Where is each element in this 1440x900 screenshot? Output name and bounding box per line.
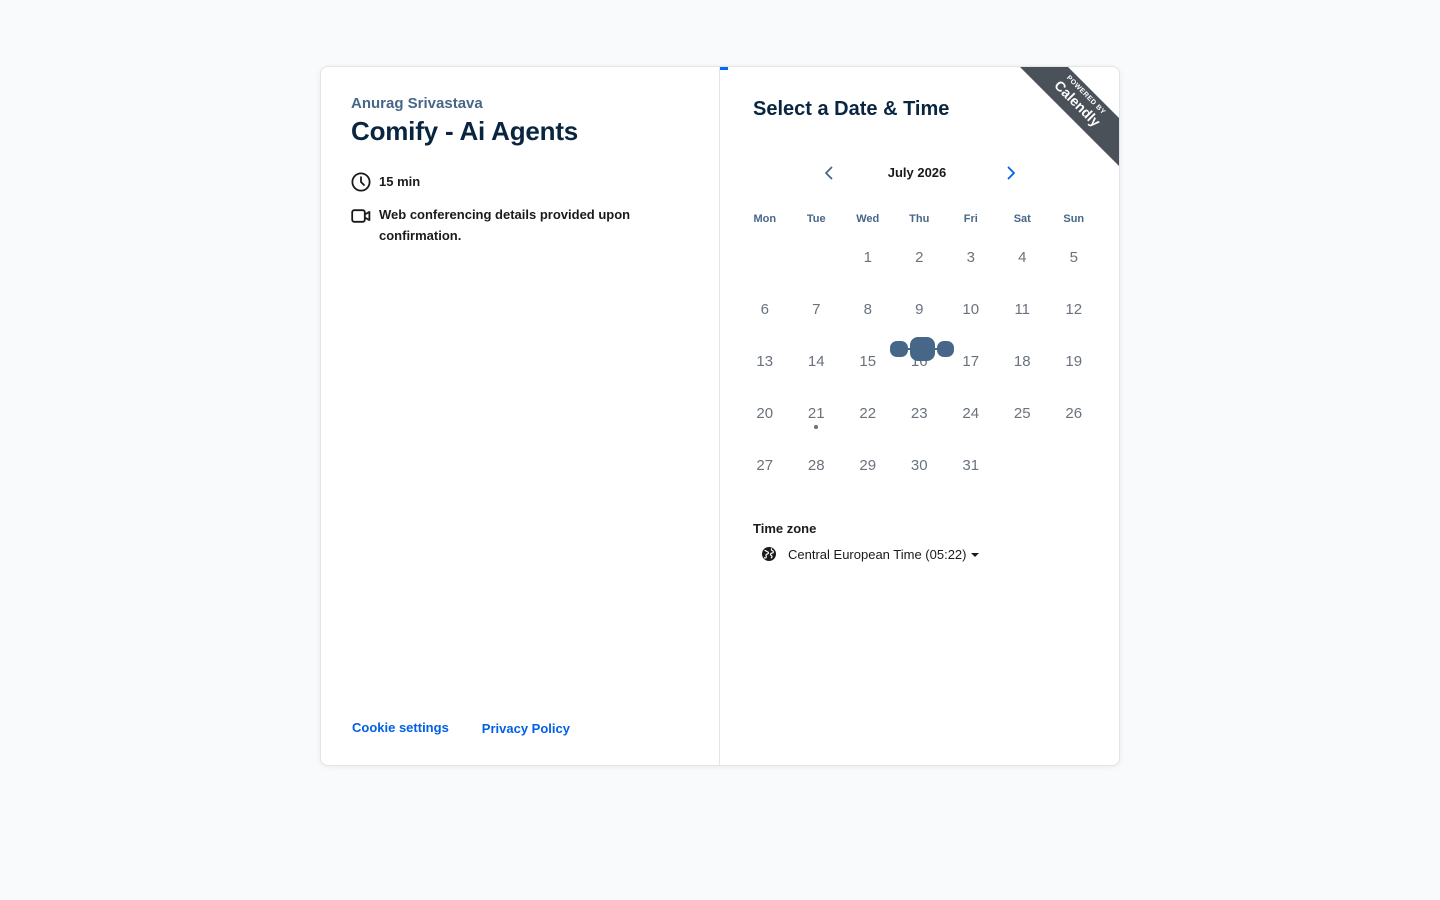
calendar-day-number: 7: [812, 300, 821, 318]
video-camera-icon: [351, 206, 371, 226]
organizer-name: Anurag Srivastava: [351, 95, 483, 112]
section-title: Select a Date & Time: [753, 98, 950, 120]
month-navigation: July 2026: [817, 159, 1017, 187]
calendar-day-number: 3: [966, 248, 975, 266]
calendar-day: 15: [842, 335, 894, 387]
timezone-value: Central European Time (05:22): [788, 546, 967, 562]
calendar-day-number: 13: [756, 352, 774, 370]
conferencing-row: Web conferencing details provided upon c…: [351, 204, 659, 246]
calendar-day: 20: [739, 387, 791, 439]
calendar-day-number: 27: [756, 456, 774, 474]
loading-spinner: [890, 337, 954, 361]
calendar-day-number: 19: [1065, 352, 1083, 370]
calendar-day: 24: [945, 387, 997, 439]
calendar-empty-cell: [739, 231, 791, 283]
weekday-label: Wed: [856, 213, 880, 225]
calendar-day: 27: [739, 439, 791, 491]
duration-row: 15 min: [351, 172, 420, 192]
weekday-header: Mon Tue Wed Thu Fri Sat Sun: [739, 213, 1099, 225]
calendar-day-number: 17: [962, 352, 980, 370]
progress-indicator: [720, 67, 728, 70]
date-time-panel: Select a Date & Time July 2026 Mon Tue Wed…: [721, 67, 1119, 765]
calendar-day-number: 26: [1065, 404, 1083, 422]
calendar-day: 29: [842, 439, 894, 491]
calendar-day-number: 30: [910, 456, 928, 474]
calendar-day-number: 24: [962, 404, 980, 422]
event-details-panel: Anurag Srivastava Comify - Ai Agents 15 …: [321, 67, 720, 765]
calendar-day-number: 20: [756, 404, 774, 422]
calendar-day: 10: [945, 283, 997, 335]
timezone-label: Time zone: [753, 521, 817, 536]
calendar-day-number: 4: [1018, 248, 1027, 266]
calendar-day: 23: [894, 387, 946, 439]
calendar-day-number: 23: [910, 404, 928, 422]
calendar-day-number: 18: [1013, 352, 1031, 370]
weekday-label: Thu: [909, 213, 930, 225]
calendar-day: 7: [791, 283, 843, 335]
calendar-day: 28: [791, 439, 843, 491]
today-indicator: [814, 425, 819, 429]
calendar-day: 22: [842, 387, 894, 439]
footer-links: Cookie settings Privacy Policy: [352, 720, 570, 736]
calendar-day: 31: [945, 439, 997, 491]
caret-down-icon: [971, 552, 980, 557]
calendar-day: 25: [997, 387, 1049, 439]
clock-icon: [351, 172, 371, 192]
calendar-day-number: 15: [859, 352, 877, 370]
globe-icon: [762, 547, 776, 561]
calendar-empty-cell: [791, 231, 843, 283]
calendar-day: 6: [739, 283, 791, 335]
calendar-day-number: 12: [1065, 300, 1083, 318]
calendar-day-number: 6: [760, 300, 769, 318]
calendar-day-number: 5: [1069, 248, 1078, 266]
calendar-day-number: 2: [915, 248, 924, 266]
weekday-label: Tue: [806, 213, 826, 225]
calendar-day-number: 10: [962, 300, 980, 318]
calendar-day: 26: [1048, 387, 1100, 439]
privacy-policy-link[interactable]: Privacy Policy: [482, 721, 570, 736]
calendar-day: 21: [791, 387, 843, 439]
calendar-day: 13: [739, 335, 791, 387]
calendar-day: 9: [894, 283, 946, 335]
event-title: Comify - Ai Agents: [351, 116, 579, 146]
calendar-day: 19: [1048, 335, 1100, 387]
calendar-day: 18: [997, 335, 1049, 387]
cookie-settings-link[interactable]: Cookie settings: [352, 720, 449, 736]
weekday-label: Sat: [1013, 213, 1031, 225]
calendar-day: 11: [997, 283, 1049, 335]
calendar-day-number: 11: [1014, 300, 1031, 318]
month-label: July 2026: [887, 165, 947, 180]
calendar-grid: 1 2 3 4 5 6 7 8 9 10 11 12 13 14 15 16 17 18 19 20 21 22 23 24 2…: [739, 231, 1099, 491]
calendar-day: 30: [894, 439, 946, 491]
chevron-right-icon: [1007, 166, 1015, 180]
booking-card: Anurag Srivastava Comify - Ai Agents 15 …: [320, 66, 1120, 766]
calendar-day-number: 29: [859, 456, 877, 474]
weekday-label: Mon: [753, 213, 777, 225]
calendar-day-number: 8: [863, 300, 872, 318]
calendar-day-number: 9: [915, 300, 924, 318]
weekday-label: Fri: [963, 213, 978, 225]
calendar-day: 4: [997, 231, 1049, 283]
duration-text: 15 min: [379, 174, 421, 189]
weekday-label: Sun: [1063, 213, 1085, 225]
calendar-day-number: 25: [1013, 404, 1031, 422]
calendar-day: 5: [1048, 231, 1100, 283]
calendar-day-number: 21: [807, 404, 825, 422]
calendar-day: 12: [1048, 283, 1100, 335]
timezone-select[interactable]: Central European Time (05:22): [761, 546, 980, 562]
calendar-day: 3: [945, 231, 997, 283]
calendar-day: 14: [791, 335, 843, 387]
powered-by-badge[interactable]: POWERED BY Calendly: [1019, 67, 1119, 167]
calendar-day-number: 31: [962, 456, 980, 474]
calendar-day-number: 22: [859, 404, 877, 422]
calendar-day-number: 28: [807, 456, 825, 474]
calendar-day: 8: [842, 283, 894, 335]
calendar-day-number: 1: [863, 248, 872, 266]
calendar-day-number: 14: [807, 352, 825, 370]
calendar-day: 1: [842, 231, 894, 283]
conferencing-text: Web conferencing details provided upon c…: [379, 207, 631, 243]
calendar-day: 2: [894, 231, 946, 283]
